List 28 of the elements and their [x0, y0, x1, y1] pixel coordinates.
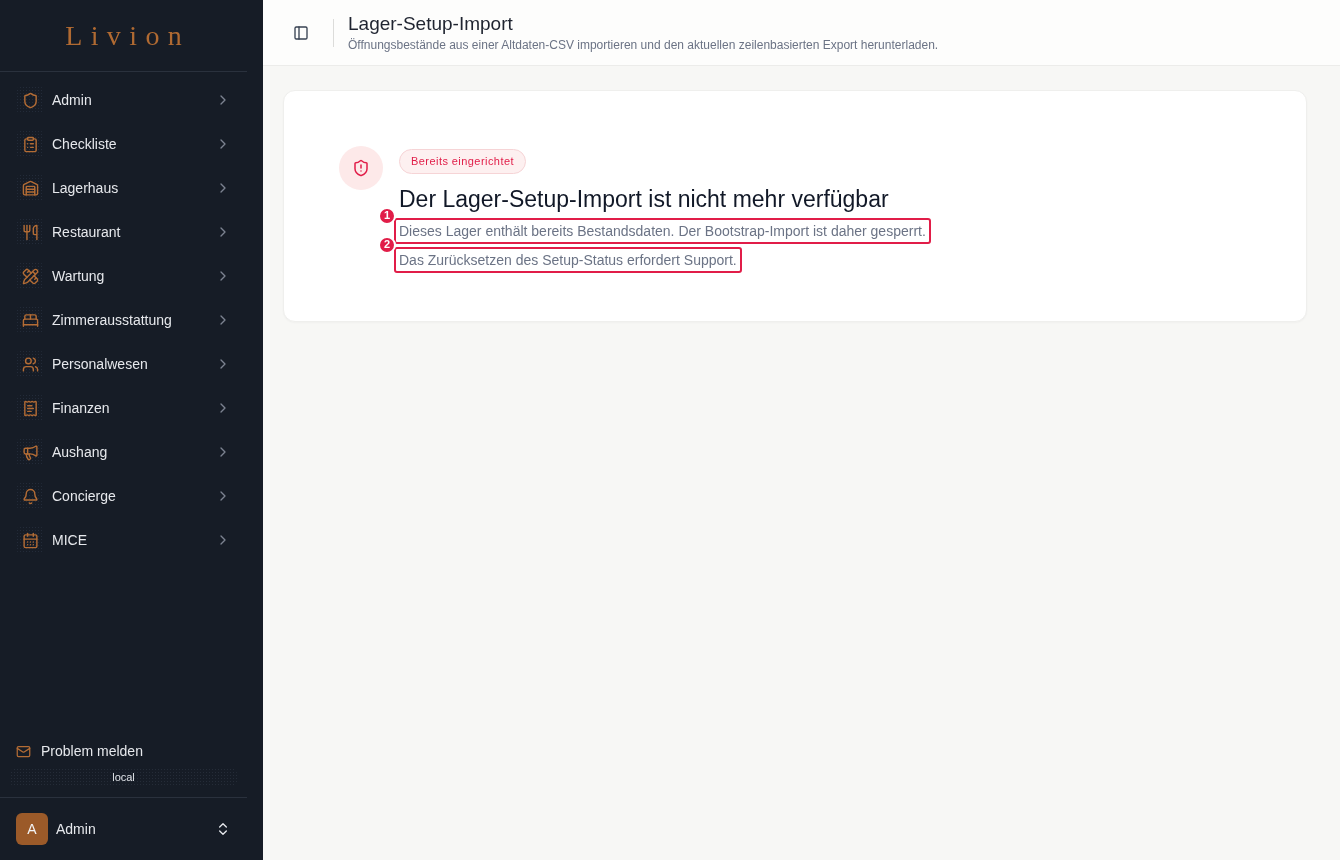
- nav-item[interactable]: MICE: [8, 518, 239, 562]
- user-name: Admin: [56, 819, 97, 839]
- page-title: Lager-Setup-Import: [348, 11, 514, 36]
- nav-item[interactable]: Restaurant: [8, 210, 239, 254]
- nav-item[interactable]: Lagerhaus: [8, 166, 239, 210]
- nav-item[interactable]: Zimmerausstattung: [8, 298, 239, 342]
- notice-text: Das Zurücksetzen des Setup-Status erfordert Support.: [399, 250, 737, 270]
- mail-icon: [16, 744, 31, 759]
- annotation-number: 2: [378, 235, 396, 254]
- report-problem-link[interactable]: Problem melden: [10, 741, 237, 762]
- nav-item[interactable]: Admin: [8, 78, 239, 122]
- annotation-number: 1: [378, 206, 396, 225]
- shield-alert-icon: [339, 146, 383, 190]
- nav-item[interactable]: Concierge: [8, 474, 239, 518]
- user-menu[interactable]: A Admin: [16, 813, 231, 845]
- logo: Livion: [64, 18, 191, 53]
- user-avatar: A: [16, 813, 48, 845]
- nav-item[interactable]: Checkliste: [8, 122, 239, 166]
- status-badge: Bereits eingerichtet: [399, 149, 526, 174]
- nav-item[interactable]: Personalwesen: [8, 342, 239, 386]
- nav-item[interactable]: Wartung: [8, 254, 239, 298]
- notice-title: Der Lager-Setup-Import ist nicht mehr verfügbar: [399, 184, 889, 214]
- page-subtitle: Öffnungsbestände aus einer Altdaten-CSV importieren und den aktuellen zeilenbasierten Export herunterladen.: [348, 36, 939, 54]
- environment-label: local: [10, 768, 237, 787]
- nav-item[interactable]: Finanzen: [8, 386, 239, 430]
- sidebar-panel-icon: [293, 24, 309, 41]
- nav-item[interactable]: Aushang: [8, 430, 239, 474]
- notice-text: Dieses Lager enthält bereits Bestandsdaten. Der Bootstrap-Import ist daher gesperrt.: [399, 221, 926, 241]
